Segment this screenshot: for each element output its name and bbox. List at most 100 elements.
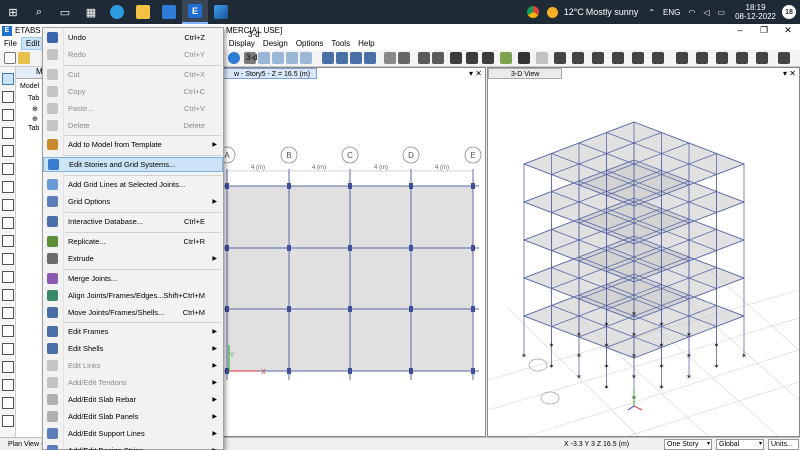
menu-item-align-joints-frames-edges[interactable]: Align Joints/Frames/Edges... Shift+Ctrl+M (43, 288, 223, 303)
menu-item-add-edit-design-strips[interactable]: Add/Edit Design Strips▶ (43, 443, 223, 450)
volume-icon[interactable]: ◁ (703, 8, 709, 17)
menu-item-undo[interactable]: Undo Ctrl+Z (43, 30, 223, 45)
explorer-item[interactable]: Tab (28, 125, 39, 132)
draw-joint-icon[interactable] (2, 109, 14, 121)
draw-icon[interactable] (676, 52, 688, 64)
tools-icon[interactable] (632, 52, 644, 64)
wifi-icon[interactable]: ◠ (688, 8, 695, 17)
menu-item-add-edit-slab-rebar[interactable]: Add/Edit Slab Rebar ▶ (43, 392, 223, 407)
menu-item-move-joints-frames-shells[interactable]: Move Joints/Frames/Shells... Ctrl+M (43, 305, 223, 320)
menu-item-copy[interactable]: Copy Ctrl+C (43, 84, 223, 99)
menu-file[interactable]: File (0, 37, 21, 50)
close-icon[interactable]: ✕ (776, 24, 800, 37)
view-3d-canvas[interactable]: ✶✶✶✶✶✶✶✶✶✶✶✶✶✶✶✶✶✶✶✶✶✶✶✶✶ (488, 80, 799, 436)
zoom-out-icon[interactable] (286, 52, 298, 64)
pointer-icon[interactable] (2, 73, 14, 85)
zoom-icon[interactable] (258, 52, 270, 64)
snap-points-icon[interactable] (2, 379, 14, 391)
down-arrow-icon[interactable] (364, 52, 376, 64)
menu-item-replicate[interactable]: Replicate... Ctrl+R (43, 234, 223, 249)
weather-text[interactable]: Mostly sunny (586, 7, 639, 17)
widgets-icon[interactable]: ▦ (78, 0, 104, 24)
column-marker[interactable] (348, 306, 352, 312)
refresh-icon[interactable] (518, 52, 530, 64)
column-marker[interactable] (471, 183, 475, 189)
explorer-item[interactable]: ⊕ (32, 115, 38, 123)
menu-design[interactable]: Design (259, 37, 292, 50)
assign-icon[interactable] (418, 52, 430, 64)
zoom-window-icon[interactable] (272, 52, 284, 64)
deformed-icon[interactable] (450, 52, 462, 64)
clock[interactable]: 18:19 08-12-2022 (735, 3, 776, 21)
etabs-taskbar-icon[interactable]: E (182, 0, 208, 24)
battery-icon[interactable]: ▭ (718, 8, 726, 17)
edge-icon[interactable] (104, 0, 130, 24)
weather-icon[interactable] (546, 6, 558, 18)
column-marker[interactable] (287, 183, 291, 189)
column-marker[interactable] (225, 183, 229, 189)
explorer-tab[interactable]: M (16, 67, 44, 79)
mail-icon[interactable] (156, 0, 182, 24)
menu-help[interactable]: Help (354, 37, 378, 50)
photos-icon[interactable] (208, 0, 234, 24)
column-marker[interactable] (225, 245, 229, 251)
draw-dimension-icon[interactable] (2, 271, 14, 283)
notification-badge[interactable]: 18 (782, 5, 796, 19)
column-marker[interactable] (348, 183, 352, 189)
design-icon[interactable] (572, 52, 584, 64)
column-marker[interactable] (348, 245, 352, 251)
column-marker[interactable] (409, 306, 413, 312)
column-marker[interactable] (287, 368, 291, 374)
help-icon[interactable] (652, 52, 664, 64)
column-marker[interactable] (409, 368, 413, 374)
plan-view-close-icon[interactable]: ✕ (475, 68, 482, 79)
snap-ends-icon[interactable] (2, 397, 14, 409)
view-3d-toggle[interactable]: 3-d (246, 53, 258, 62)
tables-icon[interactable] (554, 52, 566, 64)
move-up-icon[interactable] (322, 52, 334, 64)
plan-view-dropdown-icon[interactable]: ▾ (469, 68, 473, 79)
weather-temp[interactable]: 12°C (564, 7, 584, 17)
menu-item-cut[interactable]: Cut Ctrl+X (43, 67, 223, 82)
options-icon[interactable] (778, 52, 790, 64)
draw-link-icon[interactable] (2, 253, 14, 265)
move-down-icon[interactable] (336, 52, 348, 64)
forces-icon[interactable] (466, 52, 478, 64)
menu-item-redo[interactable]: Redo Ctrl+Y (43, 47, 223, 62)
column-marker[interactable] (287, 306, 291, 312)
menu-item-add-edit-tendons[interactable]: Add/Edit Tendons ▶ (43, 375, 223, 390)
select-all-icon[interactable] (2, 307, 14, 319)
view-3d-button[interactable]: 3-d (248, 30, 260, 39)
units-button[interactable]: Units... (768, 439, 799, 450)
menu-item-edit-frames[interactable]: Edit Frames ▶ (43, 324, 223, 339)
chrome-tray-icon[interactable] (526, 6, 539, 18)
menu-item-extrude[interactable]: Extrude ▶ (43, 251, 223, 266)
column-marker[interactable] (409, 183, 413, 189)
explorer-item[interactable]: ⊕ (32, 105, 38, 113)
draw-wall-icon[interactable] (2, 217, 14, 229)
menu-item-add-edit-support-lines[interactable]: Add/Edit Support Lines ▶ (43, 426, 223, 441)
draw-brace-icon[interactable] (2, 181, 14, 193)
menu-item-grid-options[interactable]: Grid Options ▶ (43, 194, 223, 209)
select-previous-icon[interactable] (2, 325, 14, 337)
column-marker[interactable] (471, 245, 475, 251)
reshape-icon[interactable] (2, 91, 14, 103)
object-shrink-icon[interactable] (384, 52, 396, 64)
menu-options[interactable]: Options (292, 37, 328, 50)
column-marker[interactable] (348, 368, 352, 374)
up-arrow-icon[interactable] (350, 52, 362, 64)
menu-item-add-to-model-from-template[interactable]: Add to Model from Template ▶ (43, 137, 223, 152)
snap-icon[interactable] (612, 52, 624, 64)
graphics-icon[interactable] (500, 52, 512, 64)
column-marker[interactable] (471, 368, 475, 374)
menu-item-add-edit-slab-panels[interactable]: Add/Edit Slab Panels ▶ (43, 409, 223, 424)
coord-system-select[interactable]: Global ▾ (716, 439, 764, 450)
intersect-line-icon[interactable] (2, 361, 14, 373)
draw-line-icon[interactable] (2, 127, 14, 139)
menu-item-edit-stories-and-grid-systems[interactable]: Edit Stories and Grid Systems... (43, 157, 223, 173)
restore-icon[interactable]: ❐ (752, 24, 776, 37)
search-icon[interactable]: ⌕ (26, 0, 52, 24)
menu-item-delete[interactable]: Delete Delete (43, 118, 223, 133)
beam-icon[interactable] (736, 52, 748, 64)
menu-item-add-grid-lines-at-selected-joints[interactable]: Add Grid Lines at Selected Joints... (43, 177, 223, 192)
